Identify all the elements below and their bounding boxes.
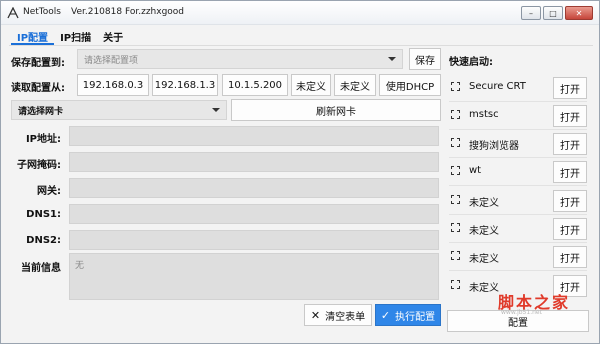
nic-select-placeholder: 请选择网卡	[18, 107, 64, 117]
use-dhcp-button[interactable]: 使用DHCP	[379, 74, 441, 96]
preset-button-2[interactable]: 192.168.1.3	[152, 74, 218, 96]
main-tabs: IP配置 IP扫描 关于	[11, 27, 129, 45]
apply-config-label: 执行配置	[395, 311, 436, 323]
app-author: For.zzhxgood	[125, 7, 185, 17]
title-bar[interactable]: NetTools Ver.210818 For.zzhxgood – □ ✕	[1, 1, 599, 25]
quick-launch-name: 未定义	[469, 226, 499, 237]
quick-launch-name: 未定义	[469, 198, 499, 209]
preset-button-3[interactable]: 10.1.5.200	[222, 74, 288, 96]
dns1-label: DNS1:	[26, 209, 61, 220]
divider	[449, 270, 587, 271]
divider	[449, 129, 587, 130]
quick-launch-name: wt	[469, 165, 482, 176]
open-button[interactable]: 打开	[553, 77, 587, 99]
save-config-label: 保存配置到:	[11, 58, 65, 69]
current-info-box: 无	[69, 253, 439, 300]
minimize-button[interactable]: –	[521, 6, 541, 20]
nic-select[interactable]: 请选择网卡	[11, 100, 227, 120]
save-button[interactable]: 保存	[409, 48, 441, 70]
divider	[449, 242, 587, 243]
window-controls: – □ ✕	[521, 6, 593, 20]
quick-launch-item: 搜狗浏览器 打开	[449, 133, 587, 155]
save-config-select[interactable]: 请选择配置项	[77, 49, 403, 69]
expand-icon	[451, 223, 460, 232]
watermark-url: www.jb51.net	[501, 309, 542, 316]
open-button[interactable]: 打开	[553, 246, 587, 268]
divider	[449, 214, 587, 215]
dns2-input[interactable]	[69, 230, 439, 250]
expand-icon	[451, 195, 460, 204]
subnet-mask-input[interactable]	[69, 152, 439, 172]
dns2-label: DNS2:	[26, 235, 61, 246]
apply-config-button[interactable]: ✓ 执行配置	[375, 304, 441, 326]
clear-form-label: 清空表单	[325, 311, 366, 323]
expand-icon	[451, 138, 460, 147]
quick-launch-item: 未定义 打开	[449, 246, 587, 268]
quick-launch-item: Secure CRT 打开	[449, 77, 587, 99]
ip-address-label: IP地址:	[25, 134, 61, 145]
divider	[449, 185, 587, 186]
open-button[interactable]: 打开	[553, 218, 587, 240]
preset-button-1[interactable]: 192.168.0.3	[77, 74, 149, 96]
network-tools-icon	[7, 7, 19, 19]
current-info-label: 当前信息	[21, 263, 61, 274]
quick-launch-item: mstsc 打开	[449, 105, 587, 127]
quick-launch-name: 未定义	[469, 254, 499, 265]
load-config-label: 读取配置从:	[11, 83, 65, 94]
check-icon: ✓	[380, 308, 391, 322]
tab-ip-scan[interactable]: IP扫描	[54, 27, 97, 45]
quick-launch-name: Secure CRT	[469, 81, 526, 92]
quick-launch-name: 未定义	[469, 283, 499, 294]
divider	[449, 157, 587, 158]
preset-button-4[interactable]: 未定义	[291, 74, 331, 96]
close-button[interactable]: ✕	[565, 6, 593, 20]
expand-icon	[451, 280, 460, 289]
maximize-button[interactable]: □	[543, 6, 563, 20]
expand-icon	[451, 110, 460, 119]
chevron-down-icon	[212, 108, 220, 112]
save-config-placeholder: 请选择配置项	[84, 56, 139, 66]
gateway-label: 网关:	[37, 186, 61, 197]
clear-form-button[interactable]: ✕ 清空表单	[304, 304, 372, 326]
app-version: Ver.210818	[71, 7, 123, 17]
quick-launch-item: 未定义 打开	[449, 190, 587, 212]
tab-ip-config[interactable]: IP配置	[11, 27, 55, 45]
tab-about[interactable]: 关于	[97, 27, 129, 45]
app-window: NetTools Ver.210818 For.zzhxgood – □ ✕ I…	[0, 0, 600, 344]
expand-icon	[451, 166, 460, 175]
gateway-input[interactable]	[69, 178, 439, 198]
quick-launch-item: wt 打开	[449, 161, 587, 183]
quick-launch-name: mstsc	[469, 109, 499, 120]
app-name: NetTools	[23, 7, 61, 17]
refresh-nic-button[interactable]: 刷新网卡	[231, 99, 441, 121]
open-button[interactable]: 打开	[553, 133, 587, 155]
subnet-mask-label: 子网掩码:	[17, 160, 61, 171]
open-button[interactable]: 打开	[553, 190, 587, 212]
expand-icon	[451, 251, 460, 260]
preset-button-5[interactable]: 未定义	[334, 74, 376, 96]
close-icon: ✕	[310, 308, 321, 322]
dns1-input[interactable]	[69, 204, 439, 224]
open-button[interactable]: 打开	[553, 105, 587, 127]
chevron-down-icon	[388, 57, 396, 61]
quick-launch-item: 未定义 打开	[449, 218, 587, 240]
quick-launch-title: 快速启动:	[449, 57, 493, 68]
ip-address-input[interactable]	[69, 126, 439, 146]
expand-icon	[451, 82, 460, 91]
tab-divider	[9, 45, 593, 46]
quick-launch-name: 搜狗浏览器	[469, 141, 519, 152]
open-button[interactable]: 打开	[553, 161, 587, 183]
divider	[449, 101, 587, 102]
